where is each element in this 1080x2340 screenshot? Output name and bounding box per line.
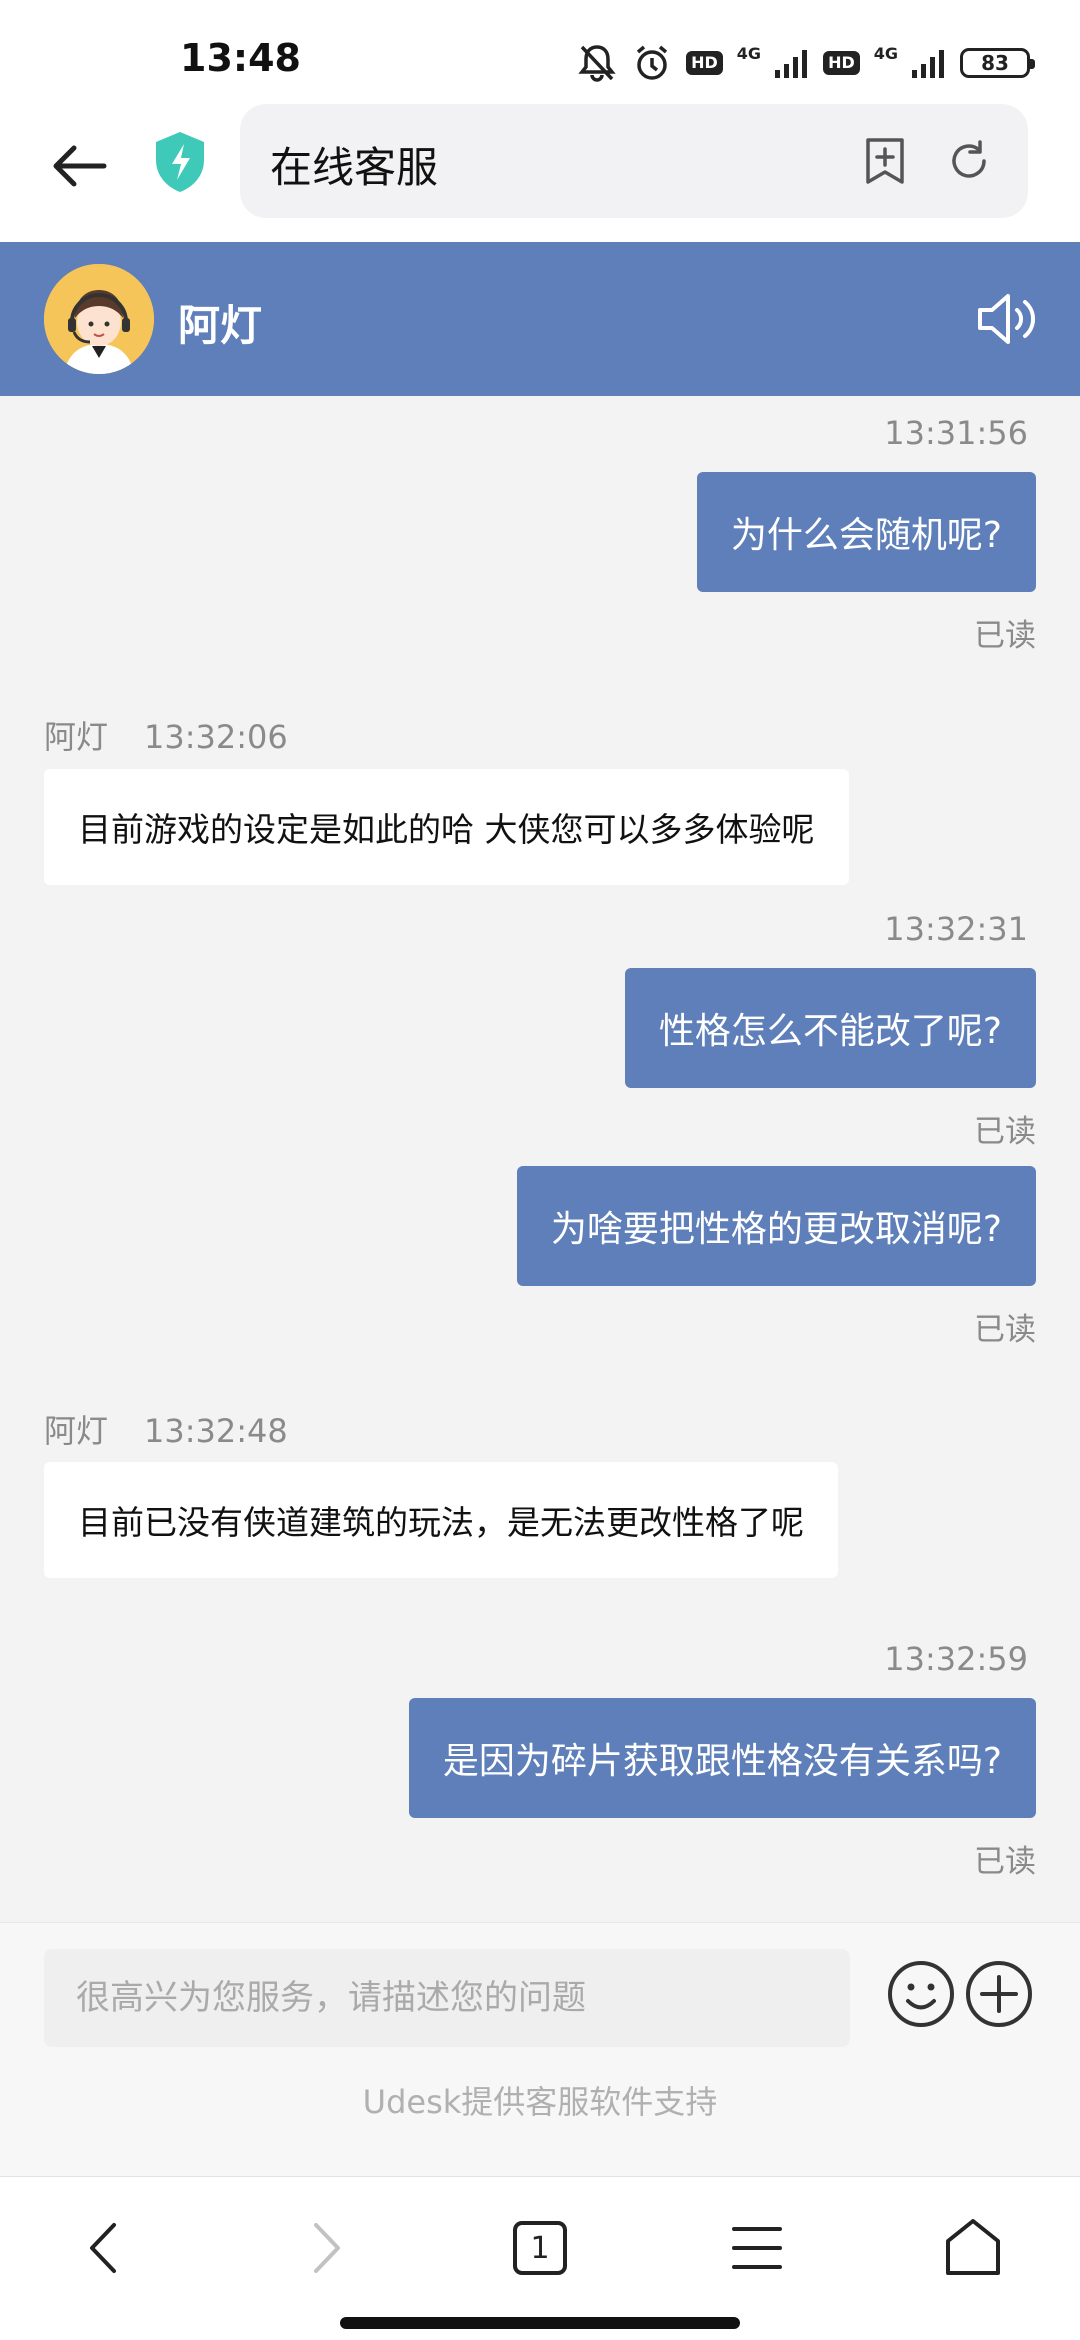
sender-name: 阿灯 (44, 1412, 109, 1450)
plus-icon[interactable] (964, 1959, 1034, 2029)
incoming-message[interactable]: 目前已没有侠道建筑的玩法，是无法更改性格了呢 (44, 1462, 838, 1578)
avatar (44, 264, 154, 374)
message-timestamp: 13:32:59 (884, 1640, 1028, 1678)
powered-by-text: Udesk提供客服软件支持 (362, 2083, 718, 2121)
home-icon[interactable] (938, 2213, 1008, 2283)
tab-count: 1 (530, 2230, 550, 2266)
agent-avatar-icon (44, 264, 154, 374)
status-bar: 13:48 HD 4G HD 4G 83 (0, 0, 1080, 100)
message-timestamp: 13:32:06 (144, 718, 288, 756)
signal-icon-2 (912, 50, 944, 78)
menu-icon[interactable] (722, 2213, 792, 2283)
outgoing-message[interactable]: 为什么会随机呢? (696, 472, 1036, 592)
sender-name: 阿灯 (44, 718, 109, 756)
alarm-icon (637, 45, 668, 80)
speaker-icon[interactable] (974, 286, 1040, 352)
read-status: 已读 (974, 618, 1036, 654)
status-time: 13:48 (180, 36, 301, 80)
url-bar[interactable]: 在线客服 (240, 104, 1028, 218)
read-status: 已读 (974, 1312, 1036, 1348)
bottom-nav: 1 (0, 2176, 1080, 2340)
outgoing-message[interactable]: 是因为碎片获取跟性格没有关系吗? (408, 1698, 1036, 1818)
emoji-icon[interactable] (886, 1959, 956, 2029)
outgoing-message[interactable]: 性格怎么不能改了呢? (624, 968, 1036, 1088)
browser-bar: 在线客服 (0, 100, 1080, 242)
bookmark-add-icon[interactable] (860, 136, 910, 186)
incoming-meta: 阿灯 13:32:06 (44, 712, 288, 758)
shield-icon[interactable] (150, 130, 210, 194)
nav-back-icon[interactable] (70, 2213, 140, 2283)
read-status: 已读 (974, 1114, 1036, 1150)
message-list[interactable]: 13:31:56 为什么会随机呢? 已读 阿灯 13:32:06 目前游戏的设定是… (0, 396, 1080, 1922)
status-icons: HD 4G HD 4G 83 (576, 38, 1035, 88)
message-timestamp: 13:32:48 (144, 1412, 288, 1450)
hd-badge-2: HD (823, 51, 860, 75)
incoming-meta: 阿灯 13:32:48 (44, 1406, 288, 1452)
network-label-2: 4G (873, 43, 898, 63)
signal-icon-1 (775, 50, 808, 78)
page-title: 在线客服 (270, 143, 439, 192)
network-label-1: 4G (736, 43, 762, 63)
read-status: 已读 (974, 1844, 1036, 1880)
hd-badge-1: HD (686, 51, 723, 75)
message-timestamp: 13:32:31 (884, 910, 1028, 948)
back-arrow-icon[interactable] (44, 130, 116, 202)
outgoing-message[interactable]: 为啥要把性格的更改取消呢? (516, 1166, 1036, 1286)
chat-header: 阿灯 (0, 242, 1080, 396)
mute-bell-icon (578, 45, 616, 82)
agent-name: 阿灯 (178, 301, 263, 350)
home-indicator[interactable] (340, 2317, 740, 2329)
incoming-message[interactable]: 目前游戏的设定是如此的哈 大侠您可以多多体验呢 (44, 769, 849, 885)
nav-forward-icon[interactable] (290, 2213, 360, 2283)
input-area: Udesk提供客服软件支持 (0, 1922, 1080, 2176)
message-timestamp: 13:31:56 (884, 414, 1028, 452)
reload-icon[interactable] (944, 136, 994, 186)
tabs-button[interactable]: 1 (505, 2213, 575, 2283)
battery-indicator: 83 (960, 48, 1035, 78)
message-input[interactable] (44, 1949, 850, 2047)
